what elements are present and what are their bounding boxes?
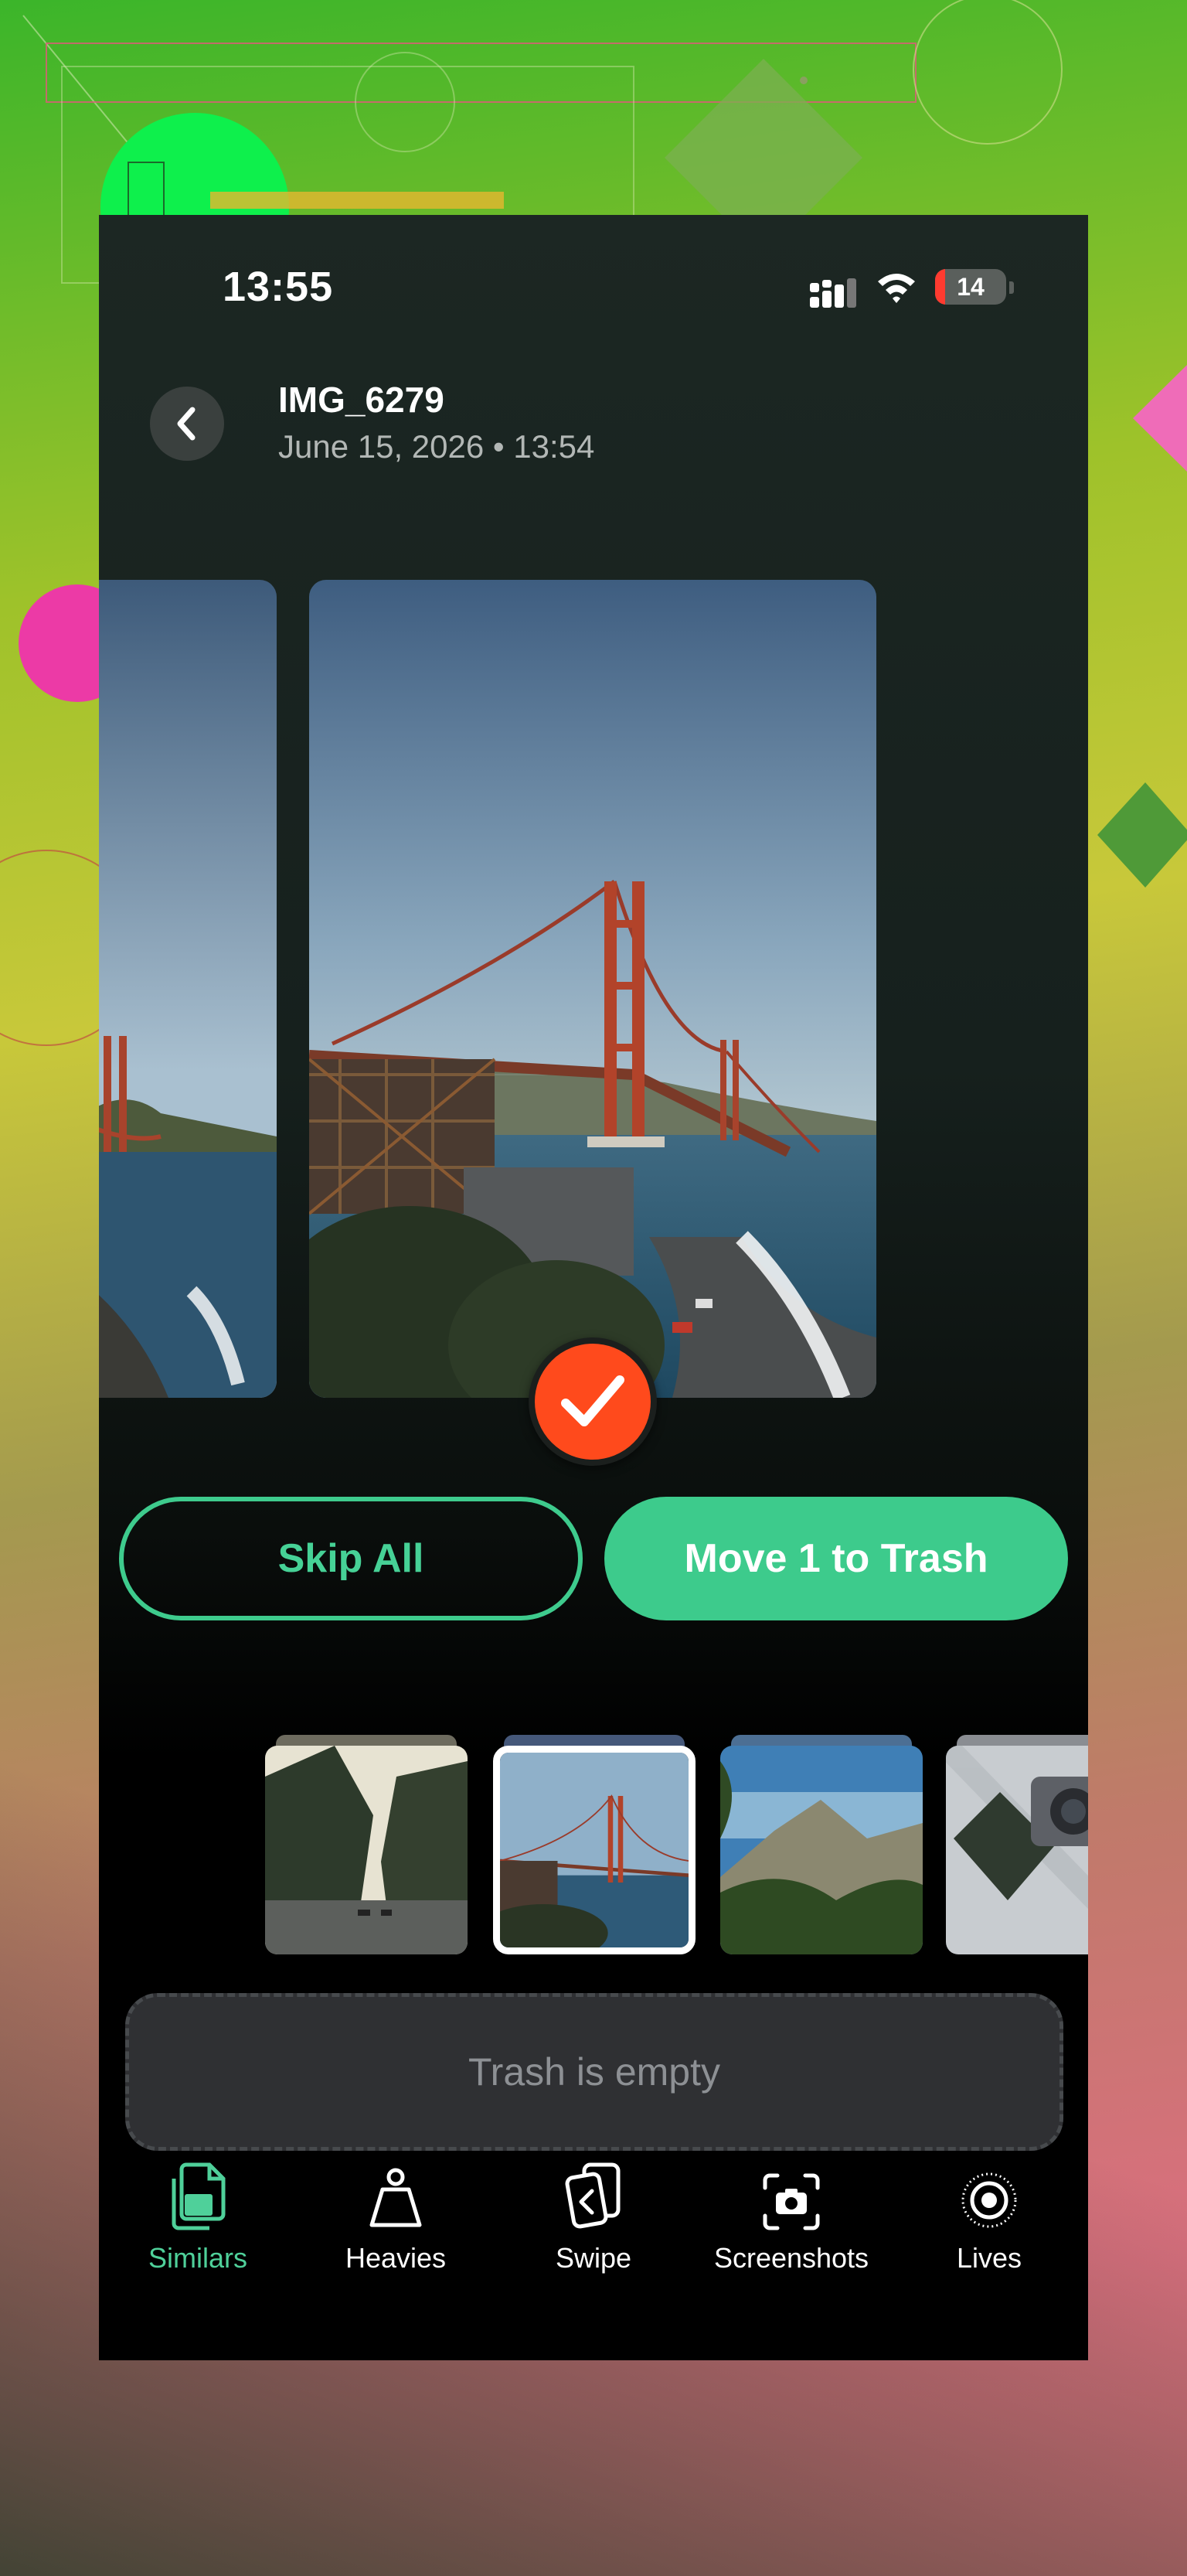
tab-label: Screenshots [713,2242,869,2274]
tab-label: Similars [148,2242,247,2274]
photo-date: June 15, 2026 • 13:54 [278,428,595,465]
tab-lives[interactable]: Lives [890,2155,1088,2295]
screenshot-camera-icon [757,2155,826,2231]
chevron-left-icon [177,407,196,441]
tab-screenshots[interactable]: Screenshots [692,2155,890,2295]
cellular-signal-icon [810,278,856,308]
tab-bar: Similars Heavies Swipe Screenshots Lives [99,2155,1088,2295]
tab-label: Lives [956,2242,1022,2274]
tab-swipe[interactable]: Swipe [495,2155,692,2295]
wifi-icon [878,274,915,303]
thumbnail-item[interactable] [946,1735,1088,1954]
phone-screen: 13:55 14 IMG_6279 June 15, 2026 • 13:54 [99,215,1088,2360]
thumbnail-camera[interactable] [946,1746,1088,1954]
move-to-trash-button[interactable]: Move 1 to Trash [604,1497,1068,1620]
thumbnail-mountain[interactable] [720,1746,923,1954]
battery-icon: 14 [935,269,1006,305]
thumbnail-item[interactable] [493,1735,696,1954]
weight-icon [361,2155,430,2231]
photo-title: IMG_6279 [278,380,444,420]
tab-heavies[interactable]: Heavies [297,2155,495,2295]
swipe-cards-icon [559,2155,628,2231]
copy-documents-icon [163,2155,233,2231]
trash-drop-zone[interactable]: Trash is empty [125,1993,1063,2151]
status-bar: 13:55 14 [99,215,1088,370]
battery-nub [1009,281,1014,294]
thumbnail-item[interactable] [720,1735,923,1954]
status-time: 13:55 [223,264,334,310]
thumbnail-item[interactable] [265,1735,468,1954]
tab-label: Heavies [345,2242,447,2274]
thumbnail-golden-gate-selected[interactable] [493,1746,696,1954]
checkmark-icon [561,1375,624,1426]
tab-similars[interactable]: Similars [99,2155,297,2295]
current-photo[interactable] [309,580,876,1398]
back-button[interactable] [150,387,224,461]
thumbnail-forest-road[interactable] [265,1746,468,1954]
selected-badge[interactable] [529,1337,657,1466]
battery-percentage: 14 [957,273,985,301]
live-photo-icon [954,2155,1024,2231]
previous-photo[interactable] [99,580,277,1398]
tab-label: Swipe [555,2242,632,2274]
skip-all-button[interactable]: Skip All [119,1497,583,1620]
